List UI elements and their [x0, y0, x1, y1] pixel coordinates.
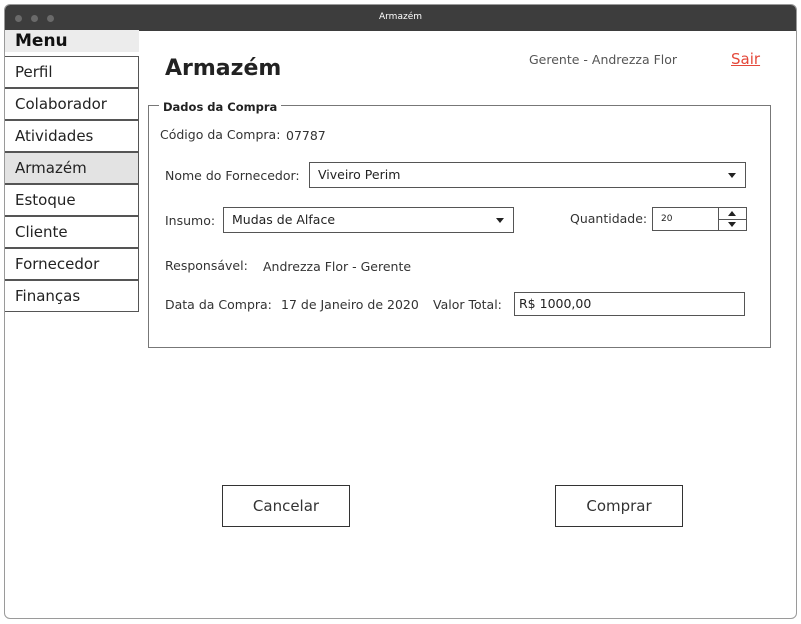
chevron-down-icon — [728, 173, 736, 178]
input-select[interactable]: Mudas de Alface — [223, 207, 514, 233]
title-bar: Armazém — [5, 5, 796, 31]
sidebar-item-fornecedor[interactable]: Fornecedor — [5, 248, 139, 280]
sidebar-item-atividades[interactable]: Atividades — [5, 120, 139, 152]
responsible-value: Andrezza Flor - Gerente — [263, 259, 412, 274]
menu-header: Menu — [5, 30, 139, 52]
total-label: Valor Total: — [433, 297, 502, 312]
sidebar-item-colaborador[interactable]: Colaborador — [5, 88, 139, 120]
sidebar-item-armazem[interactable]: Armazém — [5, 152, 139, 184]
sidebar-item-perfil[interactable]: Perfil — [5, 56, 139, 88]
input-label: Insumo: — [165, 213, 216, 228]
quantity-stepper[interactable]: 20 — [652, 207, 747, 231]
quantity-value[interactable]: 20 — [652, 207, 719, 231]
stepper-buttons — [719, 207, 747, 231]
window-title: Armazém — [378, 12, 422, 22]
quantity-label: Quantidade: — [570, 211, 648, 226]
triangle-down-icon — [728, 222, 736, 227]
triangle-up-icon — [728, 211, 736, 216]
chevron-down-icon — [496, 218, 504, 223]
code-value: 07787 — [286, 128, 326, 143]
sidebar-item-financas[interactable]: Finanças — [5, 280, 139, 312]
fieldset-legend: Dados da Compra — [159, 100, 282, 114]
page-title: Armazém — [165, 56, 282, 81]
supplier-select-value: Viveiro Perim — [318, 167, 401, 182]
user-label: Gerente - Andrezza Flor — [529, 52, 678, 67]
sidebar-item-estoque[interactable]: Estoque — [5, 184, 139, 216]
input-select-value: Mudas de Alface — [232, 212, 336, 227]
date-label: Data da Compra: — [165, 297, 272, 312]
supplier-select[interactable]: Viveiro Perim — [309, 162, 746, 188]
responsible-label: Responsável: — [165, 258, 248, 273]
buy-button[interactable]: Comprar — [555, 485, 683, 527]
sidebar-item-cliente[interactable]: Cliente — [5, 216, 139, 248]
supplier-label: Nome do Fornecedor: — [165, 168, 300, 183]
logout-link[interactable]: Sair — [731, 50, 760, 68]
total-field[interactable]: R$ 1000,00 — [514, 292, 745, 316]
code-label: Código da Compra: — [160, 127, 281, 142]
date-value: 17 de Janeiro de 2020 — [281, 297, 419, 312]
cancel-button[interactable]: Cancelar — [222, 485, 350, 527]
decrement-button[interactable] — [719, 219, 746, 230]
